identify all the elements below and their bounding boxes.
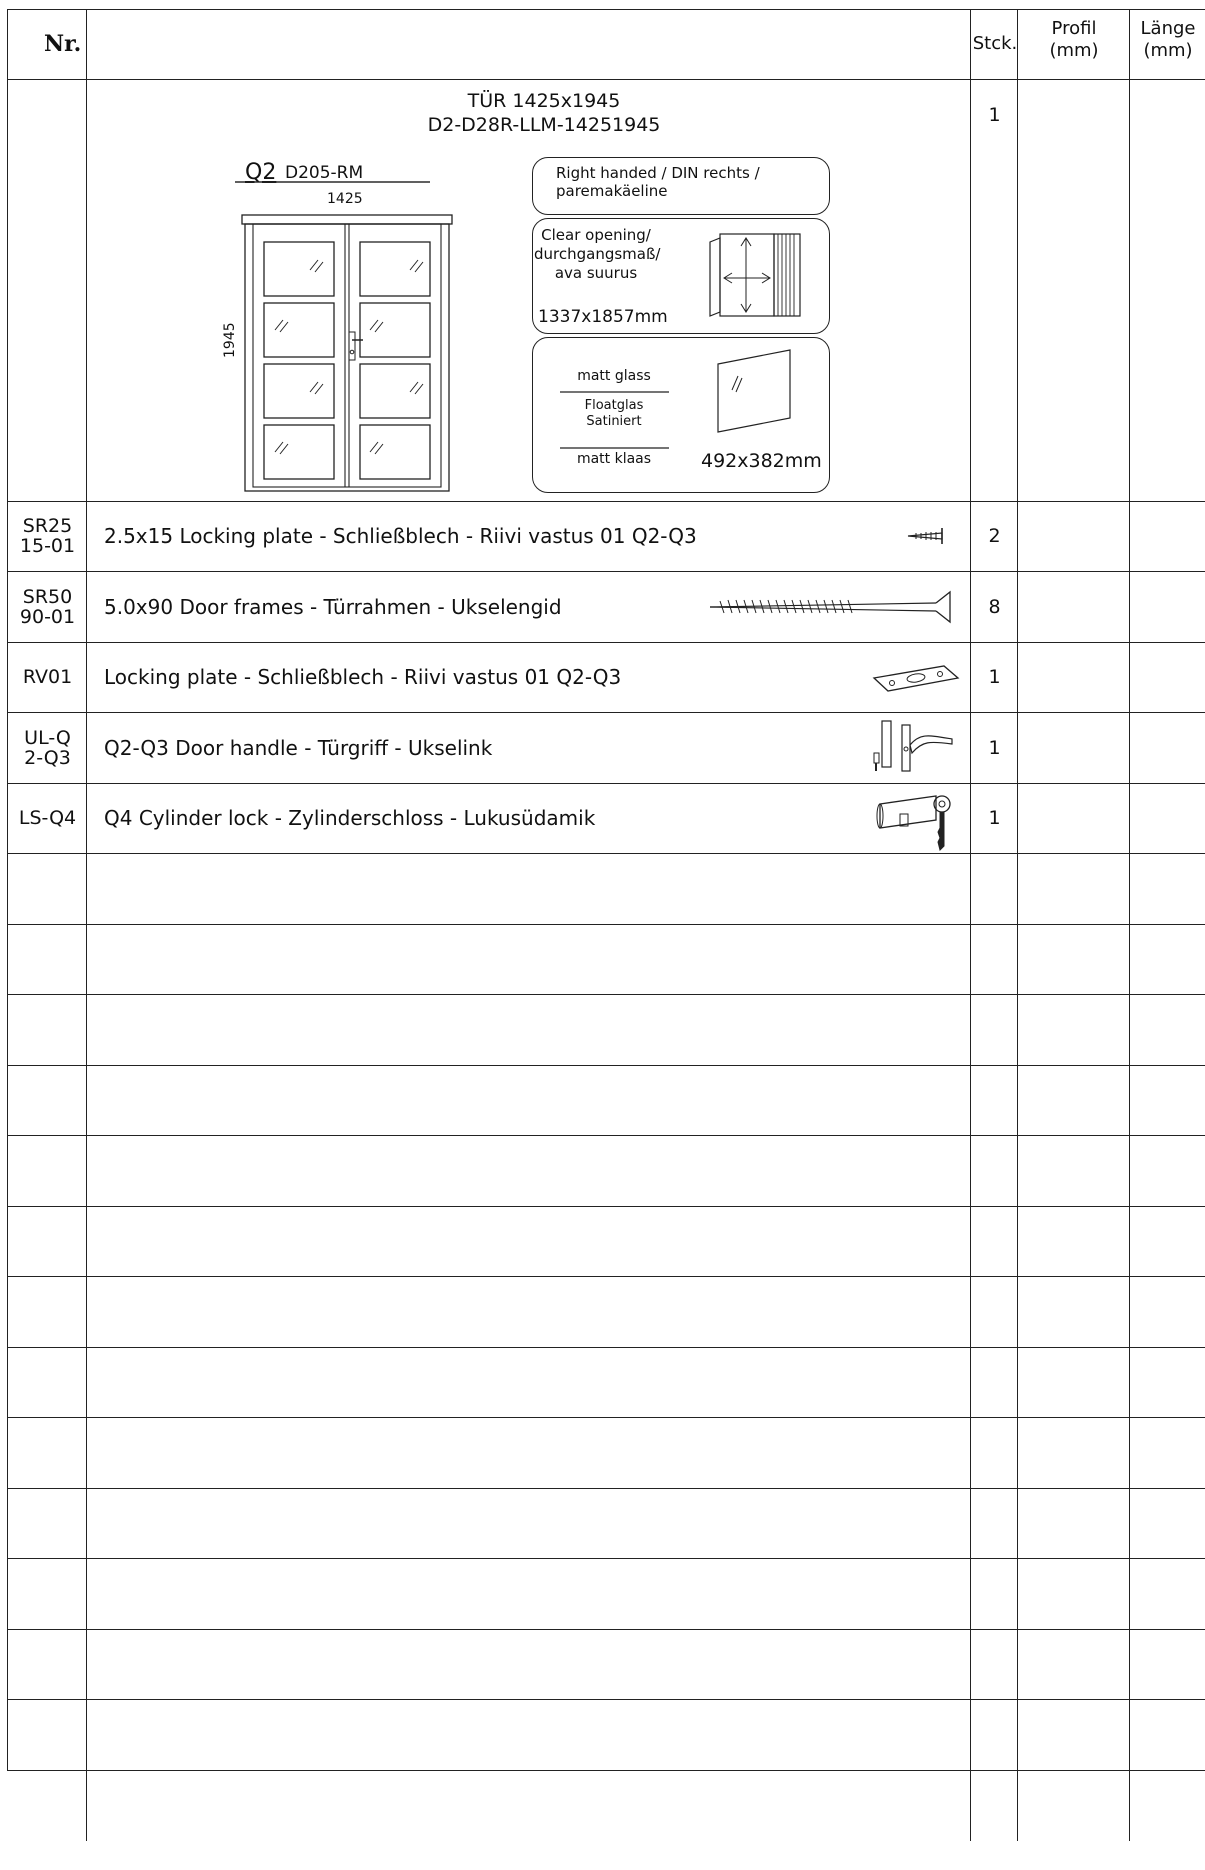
row-divider: [7, 1488, 1205, 1489]
long-screw-icon: [709, 590, 951, 624]
door-article-number: D2-D28R-LLM-14251945: [427, 114, 661, 136]
item-qty: 1: [988, 666, 1001, 688]
door-qty: 1: [988, 104, 1001, 126]
row-divider: [7, 1417, 1205, 1418]
item-qty: 1: [988, 736, 1001, 759]
locking-plate-icon: [872, 665, 960, 692]
glass-size: 492x382mm: [701, 450, 822, 472]
glass-type-3: matt klaas: [576, 451, 652, 467]
clear-opening-size: 1337x1857mm: [538, 307, 668, 327]
item-description: Q4 Cylinder lock - Zylinderschloss - Luk…: [104, 806, 596, 830]
row-divider: [7, 1135, 1205, 1136]
header-profile: Profil: [1051, 18, 1097, 39]
item-description: 5.0x90 Door frames - Türrahmen - Ukselen…: [104, 594, 562, 619]
table-left-border: [7, 9, 8, 1770]
door-title: TÜR 1425x1945: [467, 90, 621, 112]
row-divider: [7, 1699, 1205, 1700]
small-screw-icon: [907, 528, 943, 544]
column-divider: [970, 9, 971, 1841]
item-qty: 2: [988, 525, 1001, 547]
row-divider: [7, 994, 1205, 995]
item-code: SR50 90-01: [19, 585, 76, 628]
glass-type-2: Floatglas Satiniert: [584, 398, 644, 429]
item-code: UL-Q 2-Q3: [24, 726, 71, 769]
row-divider: [7, 1065, 1205, 1066]
header-bottom-border: [7, 79, 1205, 80]
item-code: RV01: [22, 666, 73, 688]
header-length: Länge: [1140, 18, 1196, 39]
item-description: Q2-Q3 Door handle - Türgriff - Ukselink: [104, 735, 493, 760]
column-divider: [86, 9, 87, 1841]
row-divider: [7, 924, 1205, 925]
header-length-unit: (mm): [1143, 40, 1193, 61]
table-top-border: [7, 9, 1205, 10]
glass-type-1: matt glass: [577, 368, 651, 384]
clear-opening-icon: [709, 233, 801, 317]
glass-pane-icon: [717, 349, 791, 433]
row-divider: [7, 1276, 1205, 1277]
row-divider: [7, 1347, 1205, 1348]
row-divider: [7, 1206, 1205, 1207]
door-handle-icon: [873, 720, 953, 772]
row-divider: [7, 1558, 1205, 1559]
item-code: SR25 15-01: [19, 515, 76, 557]
item-description: Locking plate - Schließblech - Riivi vas…: [104, 665, 622, 689]
door-drawing: [235, 181, 453, 492]
header-profile-unit: (mm): [1049, 40, 1099, 61]
row-divider: [7, 853, 1205, 854]
cylinder-lock-icon: [876, 795, 951, 851]
row-divider: [7, 1770, 1205, 1771]
item-qty: 8: [988, 595, 1001, 618]
header-nr: Nr.: [44, 31, 82, 57]
row-divider: [7, 1629, 1205, 1630]
header-qty: Stck.: [972, 33, 1018, 54]
item-qty: 1: [988, 807, 1001, 829]
handing-text: Right handed / DIN rechts / paremakäelin…: [556, 164, 760, 200]
column-divider: [1017, 9, 1018, 1841]
clear-opening-text: Clear opening/ durchgangsmaß/ ava suurus: [534, 226, 661, 282]
parts-list-sheet: Nr. Stck. Profil (mm) Länge (mm) 1 TÜR 1…: [0, 0, 1205, 1870]
item-code: LS-Q4: [18, 807, 77, 829]
item-description: 2.5x15 Locking plate - Schließblech - Ri…: [104, 524, 697, 548]
column-divider: [1129, 9, 1130, 1841]
